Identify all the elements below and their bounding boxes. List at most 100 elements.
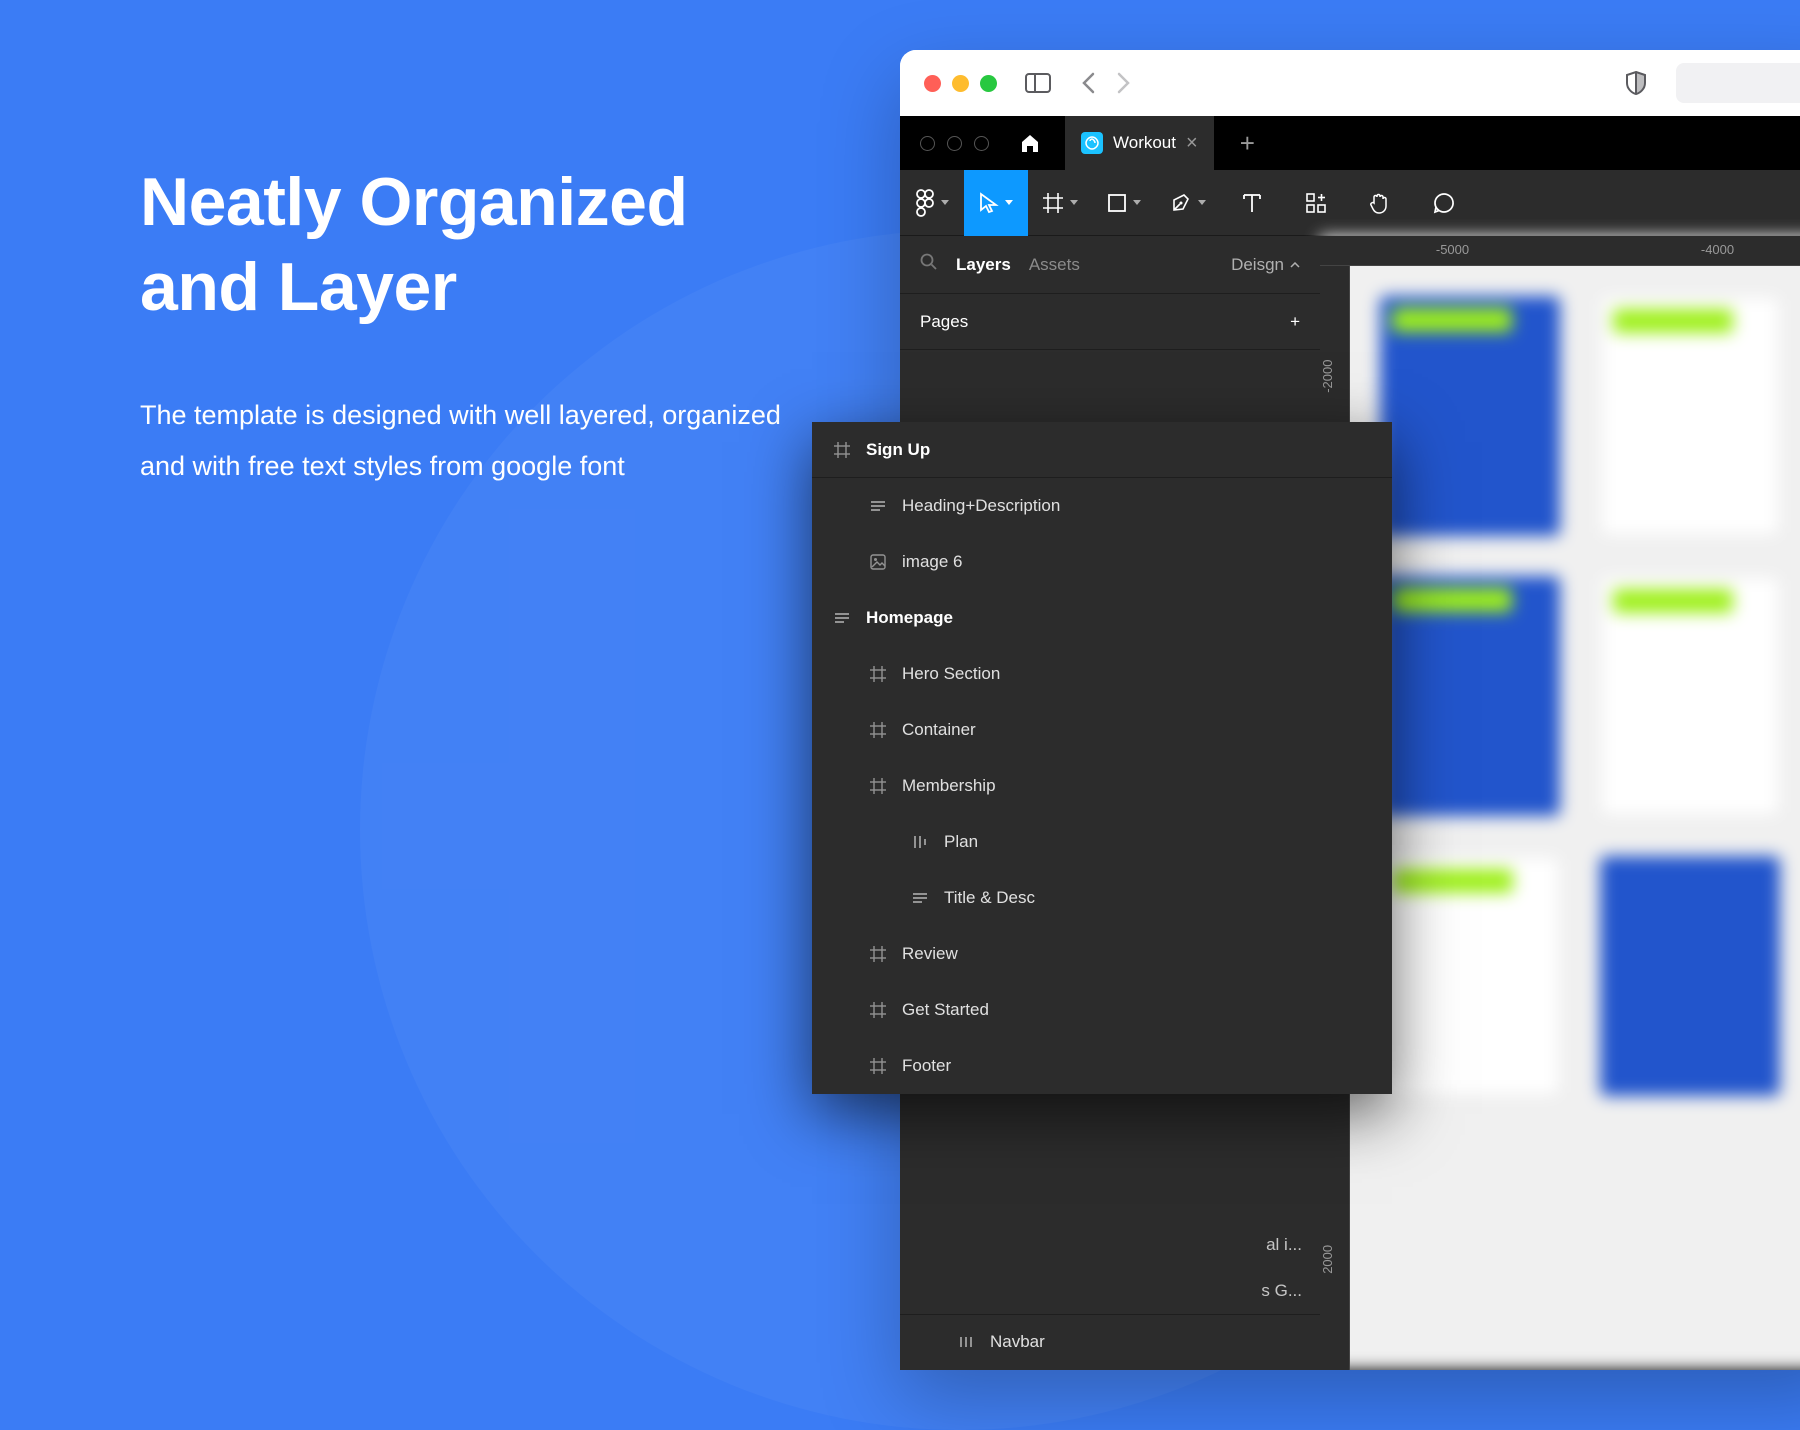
file-tab[interactable]: Workout × xyxy=(1065,116,1214,170)
layer-row[interactable]: Heading+Description xyxy=(812,478,1392,534)
page-selector[interactable]: Deisgn xyxy=(1231,255,1300,275)
figma-window-dots xyxy=(920,136,989,151)
layer-row[interactable]: Sign Up xyxy=(812,422,1392,478)
text-lines-icon xyxy=(910,892,930,904)
comment-tool[interactable] xyxy=(1412,170,1476,236)
figma-tabs: Workout × + xyxy=(900,116,1800,170)
truncated-text: al i... xyxy=(1266,1235,1302,1255)
hand-tool[interactable] xyxy=(1348,170,1412,236)
pen-tool[interactable] xyxy=(1156,170,1220,236)
sidebar-toggle-icon[interactable] xyxy=(1025,73,1051,93)
layer-label: Sign Up xyxy=(866,440,930,460)
layer-label: Hero Section xyxy=(902,664,1000,684)
add-page-button[interactable]: + xyxy=(1290,312,1300,332)
minimize-window-button[interactable] xyxy=(952,75,969,92)
dot-icon xyxy=(920,136,935,151)
browser-chrome xyxy=(900,50,1800,116)
layer-label: Homepage xyxy=(866,608,953,628)
file-tab-name: Workout xyxy=(1113,133,1176,153)
layer-row[interactable]: Title & Desc xyxy=(812,870,1392,926)
description: The template is designed with well layer… xyxy=(140,390,790,493)
layer-row[interactable]: Homepage xyxy=(812,590,1392,646)
layer-row[interactable]: Hero Section xyxy=(812,646,1392,702)
figma-toolbar xyxy=(900,170,1800,236)
layer-row[interactable]: Plan xyxy=(812,814,1392,870)
close-window-button[interactable] xyxy=(924,75,941,92)
ruler-tick: -4000 xyxy=(1585,236,1800,265)
layer-label: Navbar xyxy=(990,1332,1045,1352)
pages-header: Pages + xyxy=(900,294,1320,350)
chevron-down-icon xyxy=(1198,200,1206,205)
frame-icon xyxy=(832,442,852,458)
layer-row[interactable]: Footer xyxy=(812,1038,1392,1094)
shield-icon[interactable] xyxy=(1626,71,1646,95)
home-button[interactable] xyxy=(1019,132,1041,154)
headline-line-2: and Layer xyxy=(140,249,457,325)
image-icon xyxy=(868,554,888,570)
layer-label: Get Started xyxy=(902,1000,989,1020)
sidebar-tabs: Layers Assets Deisgn xyxy=(900,236,1320,294)
pages-label: Pages xyxy=(920,312,968,332)
layers-tab[interactable]: Layers xyxy=(956,255,1011,275)
layer-label: image 6 xyxy=(902,552,962,572)
truncated-layer[interactable]: al i... xyxy=(900,1222,1320,1268)
frame-icon xyxy=(868,778,888,794)
ruler-horizontal: -5000 -4000 xyxy=(1320,236,1800,266)
layer-label: Membership xyxy=(902,776,996,796)
back-button[interactable] xyxy=(1081,72,1095,94)
truncated-text: s G... xyxy=(1261,1281,1302,1301)
autolayout-icon xyxy=(956,1335,976,1349)
chevron-down-icon xyxy=(941,200,949,205)
layer-label: Container xyxy=(902,720,976,740)
frame-icon xyxy=(868,1002,888,1018)
assets-tab[interactable]: Assets xyxy=(1029,255,1080,275)
autolayout-v-icon xyxy=(910,834,930,850)
truncated-layer[interactable]: s G... xyxy=(900,1268,1320,1314)
ruler-tick: 2000 xyxy=(1320,1149,1349,1370)
chevron-down-icon xyxy=(1070,200,1078,205)
layer-row[interactable]: Review xyxy=(812,926,1392,982)
headline: Neatly Organized and Layer xyxy=(140,160,790,330)
layer-row[interactable]: Container xyxy=(812,702,1392,758)
layers-panel: Sign Up Heading+Description image 6 Homepag… xyxy=(812,422,1392,1094)
frame-icon xyxy=(868,946,888,962)
page-selector-label: Deisgn xyxy=(1231,255,1284,275)
new-tab-button[interactable]: + xyxy=(1240,128,1255,159)
resources-tool[interactable] xyxy=(1284,170,1348,236)
text-lines-icon xyxy=(832,612,852,624)
artboard xyxy=(1600,296,1780,536)
figma-menu-button[interactable] xyxy=(900,170,964,236)
shape-tool[interactable] xyxy=(1092,170,1156,236)
frame-tool[interactable] xyxy=(1028,170,1092,236)
maximize-window-button[interactable] xyxy=(980,75,997,92)
artboard xyxy=(1380,576,1560,816)
chevron-down-icon xyxy=(1133,200,1141,205)
frame-icon xyxy=(868,666,888,682)
close-tab-button[interactable]: × xyxy=(1186,132,1198,155)
traffic-lights xyxy=(924,75,997,92)
layer-row[interactable]: Get Started xyxy=(812,982,1392,1038)
layer-label: Heading+Description xyxy=(902,496,1060,516)
search-icon[interactable] xyxy=(920,253,938,276)
text-lines-icon xyxy=(868,500,888,512)
url-bar[interactable] xyxy=(1676,63,1800,103)
move-tool[interactable] xyxy=(964,170,1028,236)
artboard xyxy=(1600,576,1780,816)
file-icon xyxy=(1081,132,1103,154)
layer-row-navbar[interactable]: Navbar xyxy=(900,1314,1320,1370)
layer-label: Footer xyxy=(902,1056,951,1076)
artboard xyxy=(1600,856,1780,1096)
headline-line-1: Neatly Organized xyxy=(140,164,688,240)
forward-button[interactable] xyxy=(1117,72,1131,94)
text-tool[interactable] xyxy=(1220,170,1284,236)
canvas-artboards xyxy=(1380,296,1800,1096)
artboard xyxy=(1380,296,1560,536)
frame-icon xyxy=(868,1058,888,1074)
dot-icon xyxy=(947,136,962,151)
layer-row[interactable]: image 6 xyxy=(812,534,1392,590)
layer-label: Title & Desc xyxy=(944,888,1035,908)
dot-icon xyxy=(974,136,989,151)
frame-icon xyxy=(868,722,888,738)
canvas[interactable] xyxy=(1320,236,1800,1370)
layer-row[interactable]: Membership xyxy=(812,758,1392,814)
